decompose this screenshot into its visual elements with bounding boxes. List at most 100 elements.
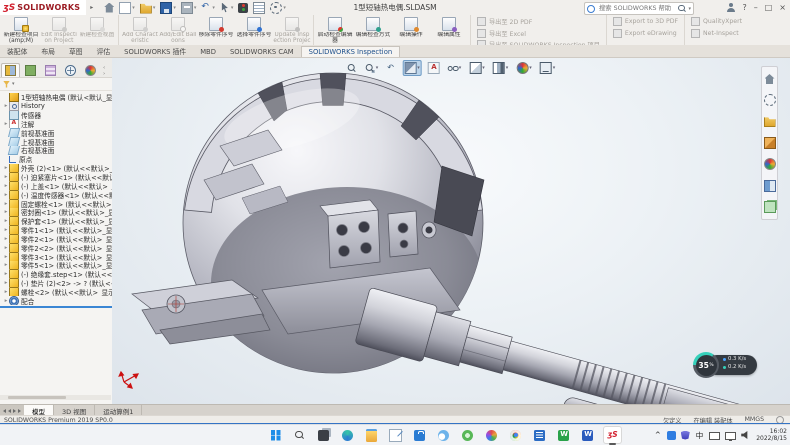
tab-scroll-left-icon[interactable]	[8, 409, 11, 413]
taskbar-start[interactable]	[267, 427, 284, 443]
tab-scroll-right-icon[interactable]	[13, 409, 16, 413]
help-button[interactable]: ?	[742, 0, 746, 15]
tray-chevron-icon[interactable]: ^	[655, 431, 661, 439]
taskbar-store[interactable]	[411, 427, 428, 443]
tree-item[interactable]: 零件3<1> (默认<<默认>_显示状	[0, 252, 112, 261]
hud-annotation-view[interactable]	[426, 60, 442, 76]
tray-volume[interactable]	[741, 431, 750, 440]
search-icon[interactable]	[678, 5, 686, 13]
taskbar-browser-360[interactable]	[459, 427, 476, 443]
tree-item[interactable]: 1型短轴热电偶 (默认<默认_显示状态-1>	[0, 93, 112, 102]
hud-view-orientation[interactable]	[467, 60, 487, 76]
hud-zoom-area[interactable]	[363, 61, 381, 75]
ribbon-menu-item[interactable]: Export to 3D PDF	[613, 17, 678, 26]
ribbon-button[interactable]: Edit Inspection Project	[40, 16, 78, 44]
filter-funnel-icon[interactable]	[3, 81, 10, 88]
ime-indicator[interactable]: 中	[696, 430, 704, 441]
qat-home[interactable]	[103, 3, 115, 13]
taskbar-file-explorer[interactable]	[363, 427, 380, 443]
command-tab[interactable]: SOLIDWORKS CAM	[223, 47, 301, 58]
taskpane-appearance[interactable]	[764, 155, 776, 174]
qat-save[interactable]	[159, 2, 177, 14]
taskpane-properties[interactable]	[764, 91, 776, 110]
tree-item[interactable]: 外壳 (2)<1> (默认<<默认>_显示状	[0, 164, 112, 173]
hud-section-view[interactable]	[402, 60, 422, 76]
ribbon-button[interactable]: 编辑检查方式	[354, 16, 392, 44]
taskbar-chrome[interactable]	[507, 427, 524, 443]
taskbar-task-view[interactable]	[315, 427, 332, 443]
hud-previous-view[interactable]	[384, 61, 398, 75]
taskbar-solidworks[interactable]	[603, 426, 622, 444]
close-button[interactable]: ×	[779, 0, 786, 15]
taskpane-display-pane[interactable]	[764, 177, 776, 196]
tree-item[interactable]: 零件2<2> (默认<<默认>_显示状	[0, 243, 112, 252]
ribbon-button[interactable]: Add Characteristic	[121, 16, 159, 44]
command-tab[interactable]: SOLIDWORKS Inspection	[301, 46, 401, 58]
restore-button[interactable]: □	[765, 0, 773, 15]
command-tab[interactable]: 装配体	[0, 45, 34, 58]
command-tab[interactable]: SOLIDWORKS 插件	[117, 45, 193, 58]
tree-item[interactable]: (-) 绝缘套.step<1> (默认<<默认>	[0, 270, 112, 279]
taskbar-reader[interactable]	[531, 427, 548, 443]
graphics-viewport[interactable]: 35 % 0.3 K/s 0.2 K/s	[112, 58, 790, 404]
taskbar-photos[interactable]	[483, 427, 500, 443]
ribbon-button[interactable]: 移除零件序号	[197, 16, 235, 44]
search-caret-icon[interactable]: ▾	[688, 6, 691, 12]
ribbon-menu-item[interactable]: Export eDrawing	[613, 29, 678, 38]
tree-item[interactable]: 传感器	[0, 111, 112, 120]
panel-splitter[interactable]	[0, 306, 112, 308]
taskpane-folder[interactable]	[764, 112, 776, 131]
qat-options[interactable]	[269, 2, 287, 14]
tree-item[interactable]: History	[0, 102, 112, 111]
tree-item[interactable]: 配合	[0, 296, 112, 305]
tree-item[interactable]: 上视基准面	[0, 137, 112, 146]
tree-item[interactable]: 右视基准面	[0, 146, 112, 155]
ribbon-menu-item[interactable]: 导出至 Excel	[477, 29, 600, 38]
search-box[interactable]: ▾	[584, 2, 694, 15]
qat-rebuild[interactable]	[237, 3, 249, 13]
taskbar-edge[interactable]	[339, 427, 356, 443]
taskpane-isometric[interactable]	[764, 134, 776, 153]
qat-new[interactable]	[118, 2, 136, 14]
ribbon-button[interactable]: 新建检查项目 (amp;M)	[2, 16, 40, 44]
taskbar-cloud[interactable]	[435, 427, 452, 443]
ribbon-button[interactable]: Update Inspection Project	[273, 16, 311, 44]
tab-scroll-left-icon[interactable]	[3, 409, 6, 413]
panel-tab-dimxpertmanager[interactable]	[61, 63, 80, 77]
tray-app[interactable]	[667, 431, 676, 440]
tree-item[interactable]: 零件2<1> (默认<<默认>_显示状	[0, 235, 112, 244]
tree-item[interactable]: 密封圈<1> (默认<<默认>_显示状	[0, 208, 112, 217]
command-tab[interactable]: 评估	[90, 45, 118, 58]
tree-item[interactable]: 固定螺栓<1> (默认<<默认>_显示	[0, 199, 112, 208]
3d-model[interactable]	[112, 58, 790, 404]
tree-item[interactable]: (-) 温度传感器<1> (默认<<默认>_	[0, 190, 112, 199]
panel-tab-overflow-icon[interactable]: ‹ ›	[101, 65, 111, 77]
ribbon-menu-item[interactable]: Net-Inspect	[691, 29, 742, 38]
tree-item[interactable]: 注解	[0, 120, 112, 129]
hud-display-style[interactable]	[491, 60, 511, 76]
command-tab[interactable]: 布局	[34, 45, 62, 58]
hud-hide-show-items[interactable]	[446, 61, 464, 75]
qat-file-properties[interactable]	[252, 2, 266, 14]
search-input[interactable]	[597, 4, 676, 13]
scrollbar-thumb[interactable]	[8, 396, 66, 399]
tray-display[interactable]	[725, 432, 736, 440]
ribbon-menu-item[interactable]: QualityXpert	[691, 17, 742, 26]
tree-item[interactable]: 螺栓<2> (默认<<默认>_显示状态	[0, 288, 112, 297]
panel-tab-displaymanager[interactable]	[81, 63, 100, 77]
panel-tab-featuremanager[interactable]	[1, 63, 20, 77]
taskbar-word[interactable]	[579, 427, 596, 443]
hud-viewport-settings[interactable]	[538, 60, 558, 76]
qat-undo[interactable]	[200, 3, 216, 13]
taskbar-mail[interactable]	[387, 427, 404, 443]
minimize-button[interactable]: –	[754, 0, 758, 15]
tray-keyboard[interactable]	[709, 432, 720, 440]
login-user-icon[interactable]	[726, 3, 735, 12]
taskbar-search[interactable]	[291, 427, 308, 443]
ribbon-button[interactable]: 编辑操作	[392, 16, 430, 44]
hud-appearance[interactable]	[514, 60, 534, 76]
ribbon-menu-item[interactable]: 导出至 2D PDF	[477, 17, 600, 26]
ribbon-button[interactable]: 启动检查编辑器	[316, 16, 354, 44]
panel-tab-propertymanager[interactable]	[21, 63, 40, 77]
ribbon-button[interactable]: 选择零件序号	[235, 16, 273, 44]
